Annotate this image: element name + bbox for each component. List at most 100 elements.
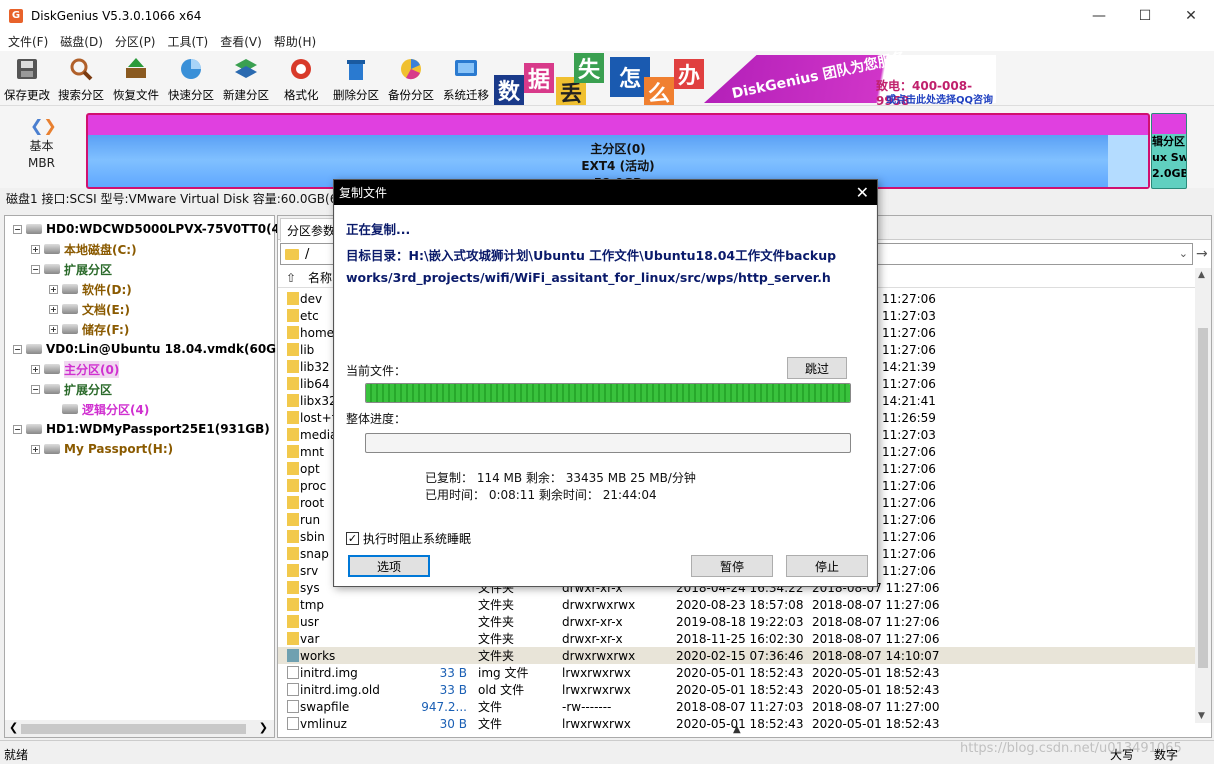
recover-files-button[interactable]: 恢复文件 [113, 54, 159, 104]
go-arrow-icon[interactable]: → [1196, 246, 1208, 262]
menu-file[interactable]: 文件(F) [3, 33, 53, 50]
file-mod: 2019-08-18 19:22:03 [676, 614, 804, 629]
scroll-left-icon[interactable]: ❮ [9, 721, 18, 734]
menu-tools[interactable]: 工具(T) [163, 33, 214, 50]
prev-disk-icon[interactable]: ❮ [30, 116, 43, 135]
prevent-sleep-checkbox[interactable]: ✓ 执行时阻止系统睡眠 [346, 530, 471, 547]
banner-qq-link[interactable]: 或点击此处选择QQ咨询 [886, 91, 993, 105]
stop-button[interactable]: 停止 [786, 555, 868, 577]
menu-disk[interactable]: 磁盘(D) [55, 33, 108, 50]
collapse-icon[interactable]: − [31, 264, 40, 274]
save-changes-button[interactable]: 保存更改 [4, 54, 50, 104]
scroll-up-icon[interactable]: ▲ [1198, 270, 1205, 280]
swap-partition-block[interactable]: 辑分区 ux Sw 2.0GB [1151, 113, 1187, 189]
collapse-icon[interactable]: − [13, 344, 22, 354]
file-mod: 2018-08-07 11:27:03 [676, 699, 804, 714]
column-name[interactable]: 名称 [308, 269, 332, 286]
file-name: tmp [300, 597, 325, 612]
main-partition-block[interactable]: 主分区(0) EXT4 (活动) 58.0GB [86, 113, 1150, 190]
disk-nav-arrows[interactable]: ❮❯ [30, 116, 57, 135]
ad-banner[interactable]: 数 据 丢 失 怎 么 办 DiskGenius 团队为您服务 致电：400-0… [494, 51, 996, 105]
splitter-handle-icon[interactable]: ▲ [733, 724, 741, 735]
folder-icon [287, 530, 299, 543]
vertical-scrollbar[interactable]: ▲ ▼ [1195, 268, 1211, 723]
checkmark-icon[interactable]: ✓ [346, 532, 359, 545]
overall-progress-label: 整体进度： [346, 412, 407, 426]
file-row[interactable]: swapfile 947.2... 文件 -rw------- 2018-08-07 1… [278, 698, 1211, 715]
system-migration-button[interactable]: 系统迁移 [443, 54, 489, 104]
expand-icon[interactable]: + [31, 244, 40, 254]
expand-icon[interactable]: + [31, 444, 40, 454]
delete-partition-button[interactable]: 删除分区 [333, 54, 379, 104]
file-row[interactable]: initrd.img.old 33 B old 文件 lrwxrwxrwx 2020-0… [278, 681, 1211, 698]
maximize-button[interactable]: ☐ [1122, 0, 1168, 31]
current-file-label: 当前文件： [346, 364, 407, 378]
watermark: https://blog.csdn.net/u013491065 [960, 741, 1182, 756]
file-row[interactable]: vmlinuz 30 B 文件 lrwxrwxrwx 2020-05-01 18:52:… [278, 715, 1211, 732]
folder-icon [287, 462, 299, 475]
tree-item[interactable]: + 主分区(0) [31, 359, 120, 379]
file-row[interactable]: tmp 文件夹 drwxrwxrwx 2020-08-23 18:57:08 2018-… [278, 596, 1211, 613]
tree-item[interactable]: + My Passport(H:) [31, 439, 173, 459]
tree-item[interactable]: − VD0:Lin@Ubuntu 18.04.vmdk(60GB) [13, 339, 291, 359]
expand-icon[interactable]: + [31, 364, 40, 374]
up-directory-icon[interactable]: ⇧ [286, 271, 308, 285]
file-row[interactable]: works 文件夹 drwxrwxrwx 2020-02-15 07:36:46 201… [278, 647, 1211, 664]
tree-item[interactable]: + 储存(F:) [49, 319, 129, 339]
tree-item[interactable]: + 本地磁盘(C:) [31, 239, 137, 259]
folder-icon [287, 564, 299, 577]
scrollbar-thumb[interactable] [1198, 328, 1208, 668]
chevron-down-icon[interactable]: ⌄ [1179, 247, 1188, 260]
file-cre: 11:27:06 [882, 376, 936, 391]
file-name: root [300, 495, 325, 510]
banner-tile: 失 [574, 53, 604, 83]
scroll-down-icon[interactable]: ▼ [1198, 711, 1205, 721]
horizontal-scrollbar[interactable]: ❮ ❯ [5, 720, 274, 737]
tree-item[interactable]: + 软件(D:) [49, 279, 132, 299]
tree-item-label: 储存(F:) [82, 322, 130, 337]
scrollbar-thumb[interactable] [21, 724, 246, 734]
new-partition-button[interactable]: 新建分区 [223, 54, 269, 104]
dialog-close-icon[interactable]: ✕ [856, 183, 869, 202]
disk-tree: − HD0:WDCWD5000LPVX-75V0TT0(46 + 本地磁盘(C:) − 扩… [4, 215, 291, 738]
tree-item[interactable]: − 扩展分区 [31, 379, 112, 399]
tree-item[interactable]: − HD1:WDMyPassport25E1(931GB) [13, 419, 270, 439]
options-button[interactable]: 选项 [348, 555, 430, 577]
menu-help[interactable]: 帮助(H) [269, 33, 321, 50]
tree-item[interactable]: − 扩展分区 [31, 259, 112, 279]
file-cre: 2018-08-07 11:27:00 [812, 699, 940, 714]
tree-item[interactable]: + 文档(E:) [49, 299, 130, 319]
minimize-button[interactable]: — [1076, 0, 1122, 31]
quick-partition-button[interactable]: 快速分区 [168, 54, 214, 104]
file-attr: lrwxrwxrwx [562, 682, 631, 697]
menu-partition[interactable]: 分区(P) [110, 33, 161, 50]
collapse-icon[interactable]: − [31, 384, 40, 394]
next-disk-icon[interactable]: ❯ [43, 116, 56, 135]
file-row[interactable]: var 文件夹 drwxr-xr-x 2018-11-25 16:02:30 2018-… [278, 630, 1211, 647]
menu-view[interactable]: 查看(V) [215, 33, 267, 50]
backup-partition-button[interactable]: 备份分区 [388, 54, 434, 104]
file-row[interactable]: usr 文件夹 drwxr-xr-x 2019-08-18 19:22:03 2018-… [278, 613, 1211, 630]
scroll-right-icon[interactable]: ❯ [259, 721, 268, 734]
pause-button[interactable]: 暂停 [691, 555, 773, 577]
collapse-icon[interactable]: − [13, 424, 22, 434]
file-cre: 2020-05-01 18:52:43 [812, 716, 940, 731]
skip-button[interactable]: 跳过 [787, 357, 847, 379]
close-button[interactable]: ✕ [1168, 0, 1214, 31]
expand-icon[interactable]: + [49, 304, 58, 314]
tree-item-label: 逻辑分区(4) [82, 402, 150, 417]
num-indicator: 数字 [1154, 748, 1179, 762]
file-icon [287, 683, 299, 696]
dialog-title: 复制文件 [339, 186, 388, 200]
tree-item-label: 本地磁盘(C:) [64, 242, 137, 257]
file-row[interactable]: initrd.img 33 B img 文件 lrwxrwxrwx 2020-05-01… [278, 664, 1211, 681]
expand-icon[interactable]: + [49, 284, 58, 294]
window-title: DiskGenius V5.3.0.1066 x64 [31, 8, 202, 23]
collapse-icon[interactable]: − [13, 224, 22, 234]
expand-icon[interactable]: + [49, 324, 58, 334]
format-button[interactable]: 格式化 [284, 54, 319, 104]
search-partition-button[interactable]: 搜索分区 [58, 54, 104, 104]
tree-item[interactable]: 逻辑分区(4) [49, 399, 149, 419]
tree-item[interactable]: − HD0:WDCWD5000LPVX-75V0TT0(46 [13, 219, 288, 239]
file-size: 33 B [439, 665, 467, 680]
